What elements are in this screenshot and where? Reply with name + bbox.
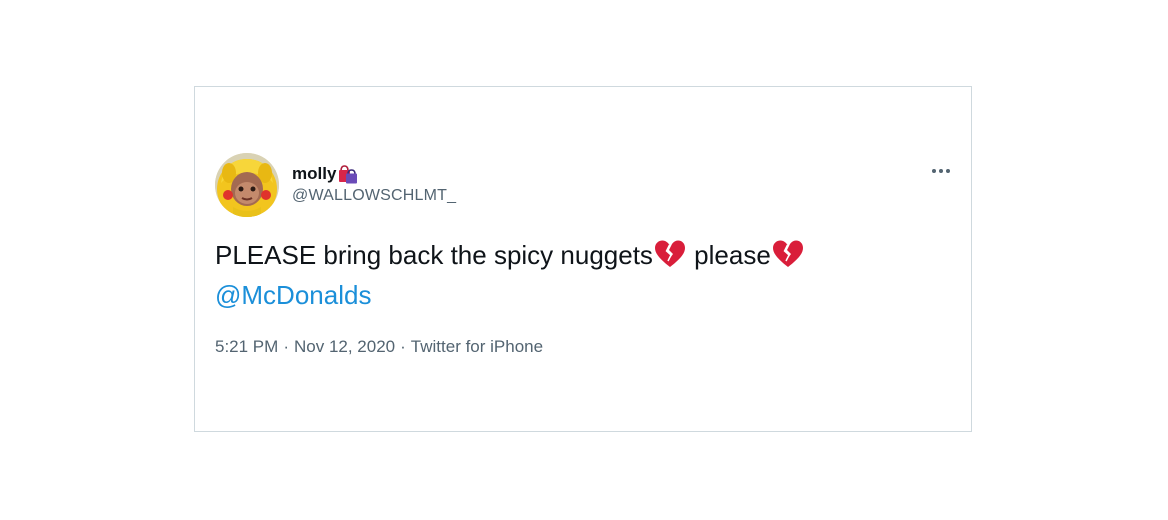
tweet-meta: 5:21 PM · Nov 12, 2020 · Twitter for iPhone [215, 337, 543, 357]
display-name[interactable]: molly [292, 164, 336, 184]
tweet-text-part2: please [686, 240, 771, 270]
tweet-card: molly @WALLOWSCHLMT_ PLEASE bring back t… [194, 86, 972, 432]
mention-link[interactable]: @McDonalds [215, 280, 371, 310]
broken-heart-icon [653, 239, 687, 269]
tweet-date[interactable]: Nov 12, 2020 [294, 337, 395, 356]
more-options-button[interactable] [927, 161, 955, 181]
tweet-text: PLEASE bring back the spicy nuggets plea… [215, 235, 955, 315]
page: molly @WALLOWSCHLMT_ PLEASE bring back t… [0, 0, 1168, 520]
author-info: molly @WALLOWSCHLMT_ [292, 163, 456, 205]
name-row: molly [292, 163, 456, 185]
tweet-text-part1: PLEASE bring back the spicy nuggets [215, 240, 653, 270]
meta-separator: · [283, 337, 289, 356]
tweet-time[interactable]: 5:21 PM [215, 337, 278, 356]
meta-separator: · [400, 337, 406, 356]
avatar[interactable] [215, 153, 279, 217]
broken-heart-icon [771, 239, 805, 269]
shopping-bags-icon [337, 164, 359, 184]
handle[interactable]: @WALLOWSCHLMT_ [292, 187, 456, 205]
avatar-image [215, 153, 279, 217]
tweet-source[interactable]: Twitter for iPhone [411, 337, 543, 356]
more-options-icon [932, 169, 950, 173]
